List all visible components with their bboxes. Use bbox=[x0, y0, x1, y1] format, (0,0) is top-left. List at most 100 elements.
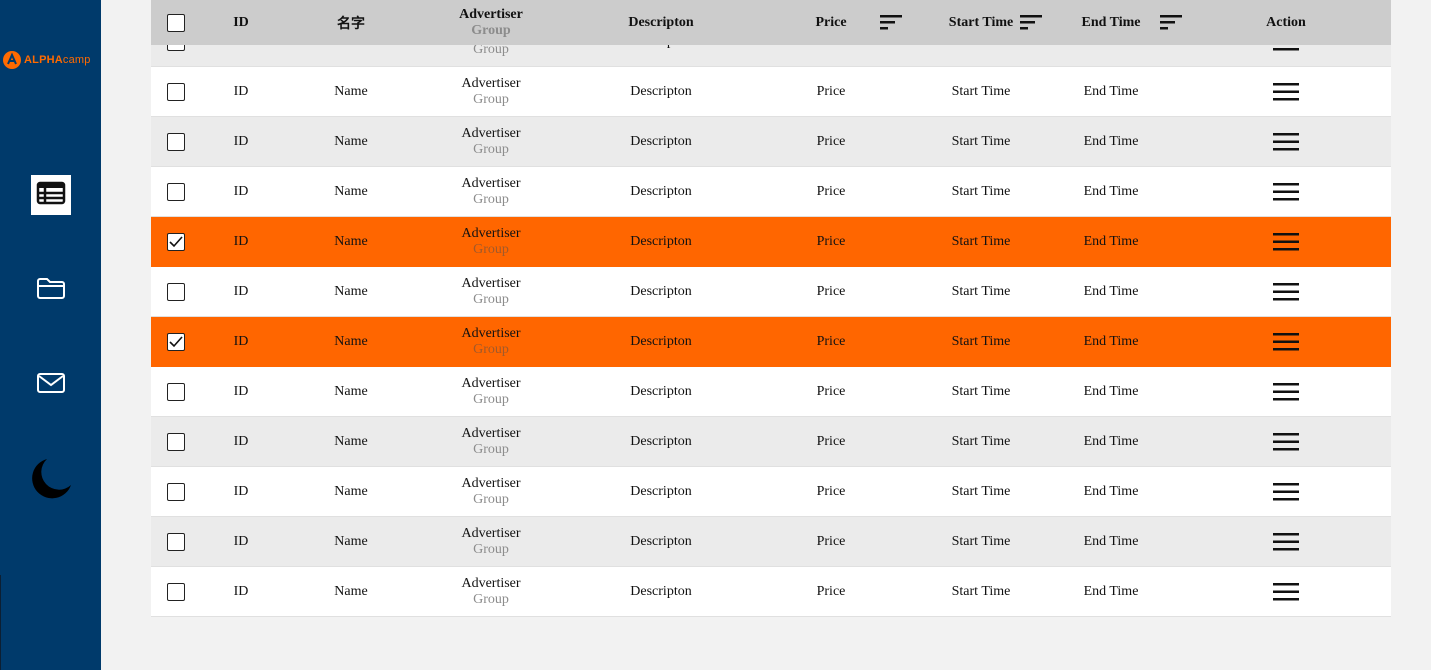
cell-name: Name bbox=[334, 383, 368, 399]
mail-icon bbox=[36, 371, 66, 400]
logo-text-light: camp bbox=[62, 54, 91, 66]
cell-description: Descripton bbox=[630, 83, 692, 99]
cell-price: Price bbox=[816, 483, 846, 499]
cell-end-time: End Time bbox=[1083, 283, 1139, 299]
cell-start-time: Start Time bbox=[951, 83, 1011, 99]
cell-advertiser: Advertiser Group bbox=[441, 167, 541, 216]
cell-price: Price bbox=[816, 433, 846, 449]
cell-name: Name bbox=[334, 83, 368, 99]
cell-description: Descripton bbox=[630, 333, 692, 349]
header-end-time: End Time bbox=[1081, 14, 1141, 30]
cell-advertiser-label: Advertiser bbox=[461, 425, 521, 441]
data-table: ID 名字 Advertiser Group Descripton Price … bbox=[151, 0, 1391, 617]
cell-advertiser-label: Advertiser bbox=[461, 225, 521, 241]
row-checkbox[interactable] bbox=[167, 582, 185, 601]
sort-end-time-icon[interactable] bbox=[1160, 14, 1182, 30]
row-menu-icon[interactable] bbox=[1273, 532, 1299, 552]
sidebar-item-mail[interactable] bbox=[31, 365, 71, 405]
row-menu-icon[interactable] bbox=[1273, 432, 1299, 452]
cell-group-label: Group bbox=[473, 591, 509, 607]
row-checkbox[interactable] bbox=[167, 132, 185, 151]
cell-start-time: Start Time bbox=[951, 383, 1011, 399]
row-checkbox-cell bbox=[164, 267, 188, 316]
cell-id: ID bbox=[233, 583, 249, 599]
row-menu-icon[interactable] bbox=[1273, 382, 1299, 402]
cell-end-time: End Time bbox=[1083, 533, 1139, 549]
row-menu-icon[interactable] bbox=[1273, 582, 1299, 602]
row-checkbox[interactable] bbox=[167, 282, 185, 301]
table-row[interactable]: ID Name Advertiser Group Descripton Pric… bbox=[151, 517, 1391, 567]
cell-start-time: Start Time bbox=[951, 433, 1011, 449]
cell-action bbox=[1246, 217, 1326, 266]
folder-icon bbox=[36, 276, 66, 305]
row-checkbox[interactable] bbox=[167, 432, 185, 451]
cell-name: Name bbox=[334, 133, 368, 149]
sort-start-time-icon[interactable] bbox=[1020, 14, 1042, 30]
cell-price: Price bbox=[816, 233, 846, 249]
cell-id: ID bbox=[233, 533, 249, 549]
cell-name: Name bbox=[334, 333, 368, 349]
cell-description: Descripton bbox=[630, 133, 692, 149]
sort-price-icon[interactable] bbox=[880, 14, 902, 30]
row-checkbox-cell bbox=[164, 417, 188, 466]
cell-end-time: End Time bbox=[1083, 383, 1139, 399]
row-checkbox-cell bbox=[164, 517, 188, 566]
cell-id: ID bbox=[233, 83, 249, 99]
cell-advertiser: Advertiser Group bbox=[441, 317, 541, 366]
header-id: ID bbox=[233, 14, 249, 30]
cell-price: Price bbox=[816, 183, 846, 199]
cell-name: Name bbox=[334, 433, 368, 449]
row-checkbox[interactable] bbox=[167, 382, 185, 401]
alphacamp-logo-icon bbox=[2, 50, 22, 70]
table-row[interactable]: ID Name Advertiser Group Descripton Pric… bbox=[151, 317, 1391, 367]
cell-group-label: Group bbox=[473, 491, 509, 507]
table-row[interactable]: ID Name Advertiser Group Descripton Pric… bbox=[151, 567, 1391, 617]
row-checkbox[interactable] bbox=[167, 332, 185, 351]
row-menu-icon[interactable] bbox=[1273, 332, 1299, 352]
cell-description: Descripton bbox=[630, 583, 692, 599]
table-row[interactable]: ID Name Advertiser Group Descripton Pric… bbox=[151, 117, 1391, 167]
cell-name: Name bbox=[334, 183, 368, 199]
table-row[interactable]: ID Name Advertiser Group Descripton Pric… bbox=[151, 267, 1391, 317]
table-row[interactable]: ID Name Advertiser Group Descripton Pric… bbox=[151, 67, 1391, 117]
cell-group-label: Group bbox=[473, 441, 509, 457]
table-row[interactable]: ID Name Advertiser Group Descripton Pric… bbox=[151, 217, 1391, 267]
checkmark-icon bbox=[169, 235, 183, 247]
row-checkbox-cell bbox=[164, 317, 188, 366]
table-row[interactable]: ID Name Advertiser Group Descripton Pric… bbox=[151, 417, 1391, 467]
cell-end-time: End Time bbox=[1083, 233, 1139, 249]
cell-description: Descripton bbox=[630, 433, 692, 449]
dark-mode-toggle[interactable] bbox=[29, 458, 73, 503]
row-menu-icon[interactable] bbox=[1273, 182, 1299, 202]
cell-advertiser-label: Advertiser bbox=[461, 175, 521, 191]
row-menu-icon[interactable] bbox=[1273, 482, 1299, 502]
row-checkbox[interactable] bbox=[167, 482, 185, 501]
cell-id: ID bbox=[233, 483, 249, 499]
sidebar-item-table[interactable] bbox=[31, 175, 71, 215]
cell-description: Descripton bbox=[630, 183, 692, 199]
select-all-checkbox[interactable] bbox=[167, 13, 185, 32]
table-row[interactable]: ID Name Advertiser Group Descripton Pric… bbox=[151, 167, 1391, 217]
sidebar-item-folder[interactable] bbox=[31, 270, 71, 310]
cell-description: Descripton bbox=[630, 233, 692, 249]
cell-end-time: End Time bbox=[1083, 583, 1139, 599]
table-row[interactable]: ID Name Advertiser Group Descripton Pric… bbox=[151, 467, 1391, 517]
row-menu-icon[interactable] bbox=[1273, 132, 1299, 152]
row-checkbox[interactable] bbox=[167, 532, 185, 551]
logo-text-bold: ALPHA bbox=[24, 54, 63, 66]
cell-start-time: Start Time bbox=[951, 333, 1011, 349]
row-menu-icon[interactable] bbox=[1273, 282, 1299, 302]
cell-group-label: Group bbox=[473, 391, 509, 407]
logo[interactable]: ALPHAcamp bbox=[2, 50, 101, 70]
table-row[interactable]: ID Name Advertiser Group Descripton Pric… bbox=[151, 367, 1391, 417]
row-checkbox[interactable] bbox=[167, 232, 185, 251]
row-menu-icon[interactable] bbox=[1273, 82, 1299, 102]
cell-advertiser-label: Advertiser bbox=[461, 325, 521, 341]
row-checkbox[interactable] bbox=[167, 82, 185, 101]
row-checkbox[interactable] bbox=[167, 182, 185, 201]
cell-group-label: Group bbox=[473, 141, 509, 157]
cell-action bbox=[1246, 317, 1326, 366]
cell-id: ID bbox=[233, 383, 249, 399]
cell-advertiser-label: Advertiser bbox=[461, 75, 521, 91]
row-menu-icon[interactable] bbox=[1273, 232, 1299, 252]
